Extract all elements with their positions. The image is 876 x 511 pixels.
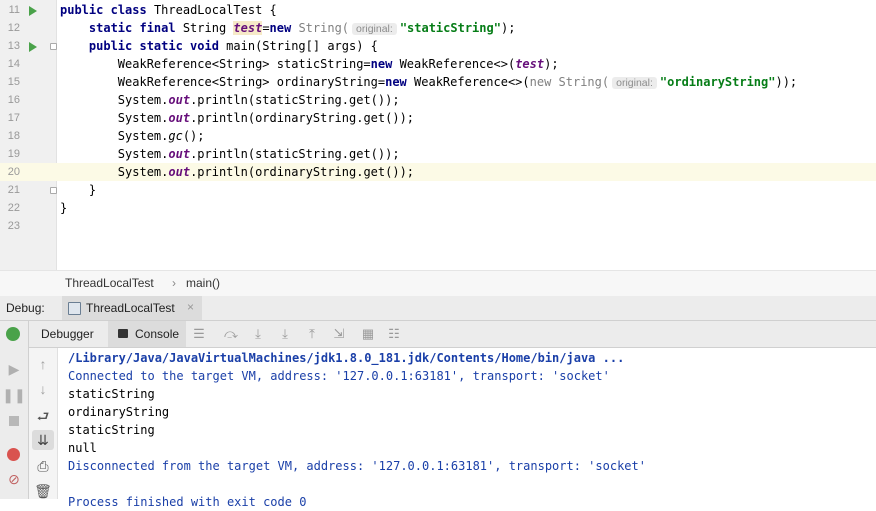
- class-tab-icon: [68, 302, 81, 315]
- breadcrumb-separator: ›: [172, 276, 176, 290]
- console-icon: [118, 329, 128, 338]
- current-code-line[interactable]: 20 System.out.println(ordinaryString.get…: [0, 163, 876, 181]
- step-over-icon[interactable]: ⤼: [224, 327, 238, 341]
- code-text: public class ThreadLocalTest {: [60, 3, 277, 17]
- line-number: 21: [7, 184, 20, 196]
- console-output[interactable]: /Library/Java/JavaVirtualMachines/jdk1.8…: [58, 348, 876, 509]
- force-step-into-icon[interactable]: ⤓: [278, 327, 292, 341]
- console-line: Disconnected from the target VM, address…: [68, 459, 646, 473]
- line-number: 12: [7, 22, 20, 34]
- run-gutter-icon[interactable]: [29, 42, 37, 52]
- line-number: 20: [7, 166, 20, 178]
- evaluate-icon[interactable]: ▦: [361, 327, 375, 341]
- code-line[interactable]: 21 }: [0, 181, 876, 199]
- line-number: 11: [8, 4, 20, 16]
- debug-tool-window-header: Debug: ThreadLocalTest ×: [0, 296, 876, 321]
- code-line[interactable]: 14 WeakReference<String> staticString=ne…: [0, 55, 876, 73]
- console-line: null: [68, 441, 97, 455]
- run-gutter-icon[interactable]: [29, 6, 37, 16]
- debug-label: Debug:: [6, 301, 45, 315]
- code-text: System.out.println(ordinaryString.get())…: [117, 111, 415, 125]
- debug-session-tab[interactable]: ThreadLocalTest ×: [62, 296, 202, 320]
- code-line[interactable]: 13 public static void main(String[] args…: [0, 37, 876, 55]
- code-line[interactable]: 18 System.gc();: [0, 127, 876, 145]
- debug-bug-icon[interactable]: [6, 327, 20, 341]
- console-line: staticString: [68, 387, 155, 401]
- line-number: 18: [7, 130, 20, 142]
- console-side-toolbar: ↑ ↓ ⮐ ⇊ ⎙ 🗑: [29, 348, 58, 499]
- code-line[interactable]: 16 System.out.println(staticString.get()…: [0, 91, 876, 109]
- line-number: 15: [7, 76, 20, 88]
- breadcrumb: ThreadLocalTest › main(): [0, 270, 876, 297]
- code-text: System.gc();: [117, 129, 205, 143]
- fold-icon[interactable]: [50, 187, 57, 194]
- code-editor[interactable]: 11 public class ThreadLocalTest { 12 sta…: [0, 0, 876, 270]
- up-icon[interactable]: ↑: [29, 356, 57, 372]
- code-text: }: [88, 183, 97, 197]
- breakpoints-icon[interactable]: [7, 448, 20, 461]
- pause-icon[interactable]: ❚❚: [0, 387, 28, 404]
- line-number: 14: [7, 58, 20, 70]
- line-number: 13: [7, 40, 20, 52]
- resume-icon[interactable]: ▶: [0, 361, 28, 378]
- close-tab-icon[interactable]: ×: [187, 300, 194, 314]
- debug-left-toolbar: ▶ ❚❚ ⊘: [0, 321, 29, 499]
- code-text: System.out.println(staticString.get());: [117, 147, 400, 161]
- stop-icon[interactable]: [0, 413, 28, 429]
- parameter-hint: original:: [352, 23, 397, 35]
- console-line: ordinaryString: [68, 405, 170, 419]
- trash-icon[interactable]: 🗑: [29, 483, 57, 500]
- trace-icon[interactable]: ☷: [387, 327, 401, 341]
- code-text: public static void main(String[] args) {: [88, 39, 378, 53]
- scroll-end-icon[interactable]: ⇊: [29, 432, 57, 449]
- tab-debugger[interactable]: Debugger: [29, 321, 107, 347]
- debug-session-title: ThreadLocalTest: [86, 301, 175, 315]
- fold-icon[interactable]: [50, 43, 57, 50]
- code-line[interactable]: 15 WeakReference<String> ordinaryString=…: [0, 73, 876, 91]
- down-icon[interactable]: ↓: [29, 381, 57, 397]
- code-line[interactable]: 12 static final String test=new String(o…: [0, 19, 876, 37]
- code-text: WeakReference<String> ordinaryString=new…: [117, 75, 798, 89]
- run-to-cursor-icon[interactable]: ⇲: [332, 327, 346, 341]
- line-number: 17: [7, 112, 20, 124]
- parameter-hint: original:: [612, 77, 657, 89]
- print-icon[interactable]: ⎙: [29, 458, 57, 475]
- code-line[interactable]: 17 System.out.println(ordinaryString.get…: [0, 109, 876, 127]
- line-number: 23: [7, 220, 20, 232]
- step-out-icon[interactable]: ⤒: [305, 327, 319, 341]
- code-text: static final String test=new String(orig…: [88, 21, 516, 35]
- code-text: }: [60, 201, 68, 215]
- step-into-icon[interactable]: ⤓: [251, 327, 265, 341]
- console-line: Process finished with exit code 0: [68, 495, 307, 509]
- console-command-line[interactable]: /Library/Java/JavaVirtualMachines/jdk1.8…: [68, 349, 624, 367]
- line-number: 19: [7, 148, 20, 160]
- tab-console[interactable]: Console: [108, 321, 186, 347]
- breadcrumb-method[interactable]: main(): [186, 276, 220, 290]
- code-text: System.out.println(staticString.get());: [117, 93, 400, 107]
- code-text: WeakReference<String> staticString=new W…: [117, 57, 559, 71]
- code-line[interactable]: 19 System.out.println(staticString.get()…: [0, 145, 876, 163]
- code-line[interactable]: 23: [0, 217, 876, 235]
- line-number: 22: [7, 202, 20, 214]
- mute-breakpoints-icon[interactable]: ⊘: [0, 471, 28, 488]
- wrap-icon[interactable]: ⮐: [29, 406, 57, 430]
- code-line[interactable]: 22 }: [0, 199, 876, 217]
- console-line: Connected to the target VM, address: '12…: [68, 369, 610, 383]
- line-number: 16: [7, 94, 20, 106]
- code-line[interactable]: 11 public class ThreadLocalTest {: [0, 1, 876, 19]
- console-toolbar: Debugger Console ☰ ⤼ ⤓ ⤓ ⤒ ⇲ ▦ ☷: [29, 321, 876, 348]
- code-text: System.out.println(ordinaryString.get())…: [117, 165, 415, 179]
- breadcrumb-class[interactable]: ThreadLocalTest: [65, 276, 154, 290]
- console-line: staticString: [68, 423, 155, 437]
- list-icon[interactable]: ☰: [192, 327, 206, 341]
